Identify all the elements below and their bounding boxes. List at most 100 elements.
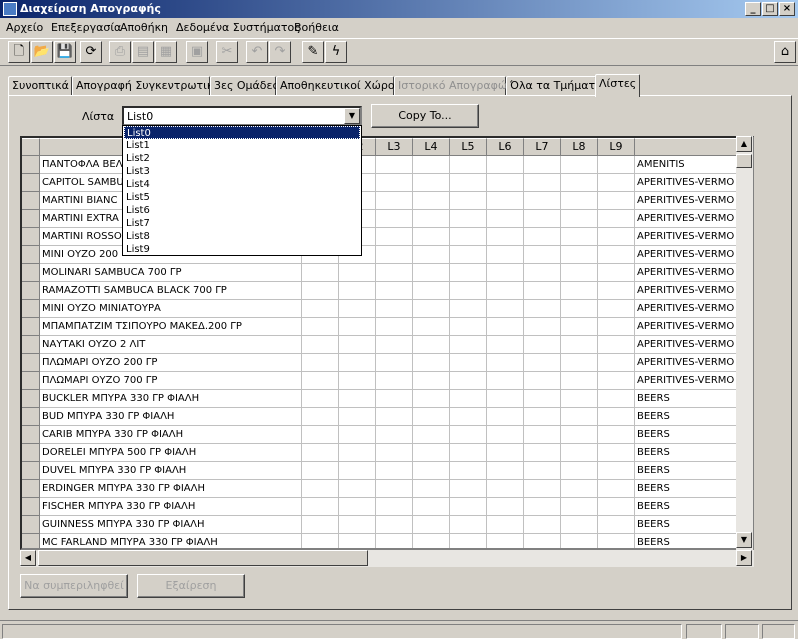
- cell-list-flag[interactable]: [413, 534, 450, 548]
- cell-list-flag[interactable]: [302, 372, 339, 390]
- cell-list-flag[interactable]: [413, 264, 450, 282]
- table-row[interactable]: DUVEL ΜΠΥΡΑ 330 ΓΡ ΦΙΑΛΗ BEERS: [22, 462, 752, 480]
- cell-list-flag[interactable]: [450, 462, 487, 480]
- row-selector[interactable]: [22, 534, 40, 548]
- cell-list-flag[interactable]: [413, 300, 450, 318]
- cell-list-flag[interactable]: [561, 372, 598, 390]
- tab-inventory-history[interactable]: Ιστορικό Απογραφών: [394, 76, 513, 96]
- cell-list-flag[interactable]: [487, 480, 524, 498]
- cell-description[interactable]: FISCHER ΜΠΥΡΑ 330 ΓΡ ΦΙΑΛΗ: [40, 498, 302, 516]
- vertical-scrollbar[interactable]: ▲ ▼: [736, 136, 753, 550]
- cell-list-flag[interactable]: [487, 426, 524, 444]
- preview-icon[interactable]: ▤: [132, 41, 154, 63]
- cell-list-flag[interactable]: [561, 390, 598, 408]
- header-l9[interactable]: L9: [598, 138, 635, 156]
- cell-list-flag[interactable]: [524, 210, 561, 228]
- row-selector[interactable]: [22, 228, 40, 246]
- cell-list-flag[interactable]: [450, 516, 487, 534]
- scroll-up-icon[interactable]: ▲: [736, 136, 752, 152]
- cell-list-flag[interactable]: [524, 282, 561, 300]
- cell-list-flag[interactable]: [413, 516, 450, 534]
- cell-list-flag[interactable]: [376, 228, 413, 246]
- row-selector[interactable]: [22, 246, 40, 264]
- chevron-down-icon[interactable]: ▼: [344, 108, 360, 124]
- cell-list-flag[interactable]: [450, 192, 487, 210]
- exclude-button[interactable]: Εξαίρεση: [137, 574, 245, 598]
- cell-list-flag[interactable]: [302, 390, 339, 408]
- lista-combo[interactable]: List0 ▼: [122, 106, 362, 126]
- row-selector[interactable]: [22, 444, 40, 462]
- table-row[interactable]: MC FARLAND ΜΠΥΡΑ 330 ΓΡ ΦΙΑΛΗ BEERS: [22, 534, 752, 548]
- row-selector[interactable]: [22, 498, 40, 516]
- cell-list-flag[interactable]: [524, 390, 561, 408]
- cell-list-flag[interactable]: [413, 498, 450, 516]
- cell-list-flag[interactable]: [524, 156, 561, 174]
- cell-list-flag[interactable]: [524, 408, 561, 426]
- dropdown-option[interactable]: List5: [124, 191, 360, 204]
- cell-description[interactable]: ΠΛΩΜΑΡΙ ΟΥΖΟ 700 ΓΡ: [40, 372, 302, 390]
- dropdown-option[interactable]: List4: [124, 178, 360, 191]
- table-row[interactable]: DORELEI ΜΠΥΡΑ 500 ΓΡ ΦΙΑΛΗ BEERS: [22, 444, 752, 462]
- cell-list-flag[interactable]: [487, 354, 524, 372]
- cell-list-flag[interactable]: [598, 282, 635, 300]
- cell-list-flag[interactable]: [561, 228, 598, 246]
- cell-list-flag[interactable]: [376, 354, 413, 372]
- cell-list-flag[interactable]: [524, 426, 561, 444]
- cell-list-flag[interactable]: [598, 372, 635, 390]
- cell-list-flag[interactable]: [598, 426, 635, 444]
- cell-list-flag[interactable]: [598, 408, 635, 426]
- menu-edit[interactable]: Επεξεργασία: [51, 21, 121, 34]
- cell-description[interactable]: BUCKLER ΜΠΥΡΑ 330 ΓΡ ΦΙΑΛΗ: [40, 390, 302, 408]
- cell-list-flag[interactable]: [487, 534, 524, 548]
- cell-list-flag[interactable]: [376, 336, 413, 354]
- cell-list-flag[interactable]: [598, 444, 635, 462]
- row-selector[interactable]: [22, 318, 40, 336]
- cell-list-flag[interactable]: [487, 372, 524, 390]
- cell-list-flag[interactable]: [376, 156, 413, 174]
- dropdown-option[interactable]: List0: [124, 126, 360, 139]
- cell-description[interactable]: DUVEL ΜΠΥΡΑ 330 ΓΡ ΦΙΑΛΗ: [40, 462, 302, 480]
- cell-list-flag[interactable]: [450, 408, 487, 426]
- cell-list-flag[interactable]: [450, 210, 487, 228]
- table-row[interactable]: CARIB ΜΠΥΡΑ 330 ΓΡ ΦΙΑΛΗ BEERS: [22, 426, 752, 444]
- cell-list-flag[interactable]: [413, 282, 450, 300]
- cell-list-flag[interactable]: [413, 390, 450, 408]
- cell-list-flag[interactable]: [598, 264, 635, 282]
- cell-list-flag[interactable]: [561, 534, 598, 548]
- cell-list-flag[interactable]: [487, 336, 524, 354]
- cell-list-flag[interactable]: [376, 210, 413, 228]
- redo-icon[interactable]: ↷: [269, 41, 291, 63]
- cell-list-flag[interactable]: [598, 246, 635, 264]
- cell-list-flag[interactable]: [339, 534, 376, 548]
- cell-list-flag[interactable]: [487, 516, 524, 534]
- tab-all-departments[interactable]: Όλα τα Τμήματα: [506, 76, 602, 96]
- cell-list-flag[interactable]: [413, 192, 450, 210]
- cell-list-flag[interactable]: [561, 192, 598, 210]
- cell-list-flag[interactable]: [413, 228, 450, 246]
- cell-list-flag[interactable]: [339, 444, 376, 462]
- cell-list-flag[interactable]: [376, 480, 413, 498]
- maximize-button[interactable]: □: [762, 2, 778, 16]
- dropdown-option[interactable]: List9: [124, 243, 360, 256]
- cell-list-flag[interactable]: [302, 336, 339, 354]
- header-l4[interactable]: L4: [413, 138, 450, 156]
- cell-list-flag[interactable]: [561, 426, 598, 444]
- cell-list-flag[interactable]: [339, 390, 376, 408]
- cell-list-flag[interactable]: [339, 498, 376, 516]
- cell-list-flag[interactable]: [598, 174, 635, 192]
- cell-list-flag[interactable]: [598, 498, 635, 516]
- cell-list-flag[interactable]: [524, 228, 561, 246]
- cell-list-flag[interactable]: [413, 210, 450, 228]
- print-icon[interactable]: ⎙: [109, 41, 131, 63]
- cell-list-flag[interactable]: [524, 516, 561, 534]
- cell-list-flag[interactable]: [302, 498, 339, 516]
- cell-list-flag[interactable]: [598, 462, 635, 480]
- tab-storage-areas[interactable]: Αποθηκευτικοί Χώροι: [276, 76, 398, 96]
- table-row[interactable]: GUINNESS ΜΠΥΡΑ 330 ΓΡ ΦΙΑΛΗ BEERS: [22, 516, 752, 534]
- cell-list-flag[interactable]: [450, 228, 487, 246]
- include-button[interactable]: Να συμπεριληφθεί: [20, 574, 128, 598]
- cell-list-flag[interactable]: [561, 246, 598, 264]
- table-row[interactable]: ΜΠΑΜΠΑΤΖΙΜ ΤΣΙΠΟΥΡΟ ΜΑΚΕΔ.200 ΓΡ APERITIV…: [22, 318, 752, 336]
- cell-list-flag[interactable]: [376, 264, 413, 282]
- cell-list-flag[interactable]: [561, 318, 598, 336]
